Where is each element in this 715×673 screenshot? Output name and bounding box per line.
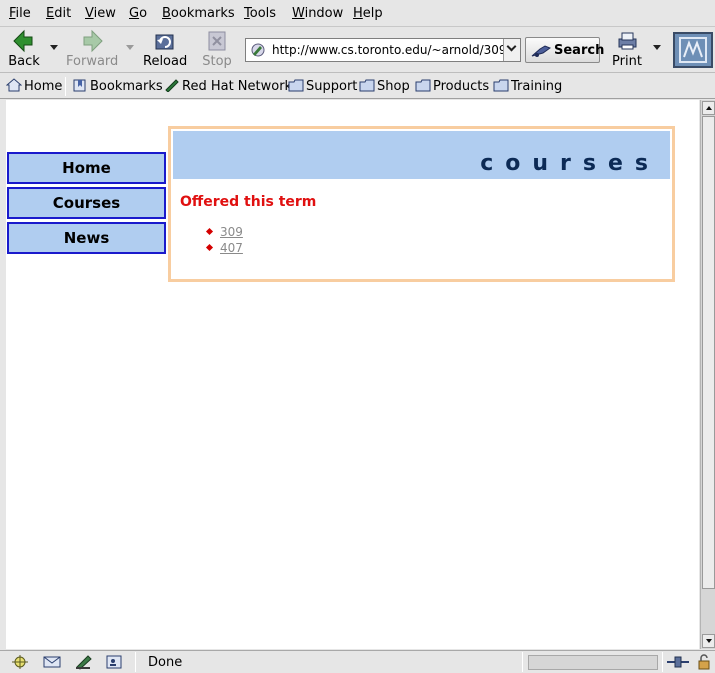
personal-home-link[interactable]: Home: [5, 78, 62, 94]
nav-home-button[interactable]: Home: [7, 152, 166, 184]
chevron-down-icon: [506, 41, 517, 52]
status-separator: [522, 652, 523, 672]
courses-panel: courses Offered this term 309 407: [168, 126, 675, 282]
menu-window[interactable]: Window: [292, 6, 343, 21]
security-lock-icon[interactable]: [696, 654, 712, 673]
arrow-up-icon: [706, 106, 712, 110]
section-title: Offered this term: [180, 194, 317, 210]
navigator-icon[interactable]: [10, 654, 30, 673]
stop-icon: [200, 29, 234, 53]
url-bar[interactable]: http://www.cs.toronto.edu/~arnold/309/0: [245, 38, 521, 62]
status-separator: [662, 652, 663, 672]
menu-go[interactable]: Go: [129, 6, 147, 21]
url-history-dropdown[interactable]: [503, 39, 520, 61]
status-bar: Done: [0, 650, 715, 673]
online-status-icon[interactable]: [666, 654, 690, 673]
site-icon: [250, 42, 266, 62]
personal-bookmarks-menu[interactable]: Bookmarks: [72, 78, 163, 94]
menu-help[interactable]: Help: [353, 6, 383, 21]
url-text[interactable]: http://www.cs.toronto.edu/~arnold/309/0: [272, 43, 504, 57]
navigation-toolbar: Back Forward Reload Stop http://www.cs.t…: [0, 27, 715, 73]
menu-tools[interactable]: Tools: [244, 6, 276, 21]
banner-title: courses: [480, 151, 660, 176]
menu-bar: File Edit View Go Bookmarks Tools Window…: [0, 0, 715, 27]
reload-button[interactable]: Reload: [143, 29, 187, 71]
personal-support-folder[interactable]: Support: [288, 78, 357, 94]
personal-shop-folder[interactable]: Shop: [359, 78, 410, 94]
folder-icon: [359, 79, 375, 92]
personal-red-hat-network-link[interactable]: Red Hat Network: [164, 78, 292, 94]
personal-training-folder[interactable]: Training: [493, 78, 562, 94]
composer-icon[interactable]: [74, 654, 94, 673]
personal-products-folder[interactable]: Products: [415, 78, 489, 94]
home-icon: [5, 78, 23, 92]
forward-button[interactable]: Forward: [66, 29, 118, 71]
menu-bookmarks[interactable]: Bookmarks: [162, 6, 235, 21]
scrollbar-thumb[interactable]: [702, 116, 715, 589]
toolbar-separator: [65, 77, 66, 96]
forward-history-dropdown[interactable]: [126, 45, 134, 50]
menu-edit[interactable]: Edit: [46, 6, 71, 21]
pen-icon: [165, 79, 179, 93]
folder-icon: [415, 79, 431, 92]
scroll-down-button[interactable]: [702, 634, 715, 648]
bookmarks-icon: [73, 79, 86, 92]
search-button[interactable]: Search: [525, 37, 604, 63]
status-text: Done: [148, 655, 183, 670]
browser-logo-throbber[interactable]: [673, 32, 713, 68]
folder-icon: [288, 79, 304, 92]
vertical-scrollbar[interactable]: [700, 100, 715, 649]
arrow-down-icon: [706, 639, 712, 643]
back-history-dropdown[interactable]: [50, 45, 58, 50]
reload-icon: [143, 29, 187, 53]
search-icon: [531, 44, 552, 62]
logo-icon: [679, 37, 707, 63]
print-button[interactable]: Print: [610, 29, 644, 71]
bullet-icon: [205, 227, 214, 236]
progress-bar: [528, 655, 658, 670]
printer-icon: [610, 29, 644, 53]
print-options-dropdown[interactable]: [653, 45, 661, 50]
page-viewport: Home Courses News courses Offered this t…: [6, 100, 699, 649]
menu-file[interactable]: File: [9, 6, 31, 21]
nav-courses-button[interactable]: Courses: [7, 187, 166, 219]
status-separator: [135, 652, 136, 672]
bullet-icon: [205, 243, 214, 252]
personal-toolbar: Home Bookmarks Red Hat Network Support S…: [0, 74, 715, 99]
menu-view[interactable]: View: [85, 6, 116, 21]
scroll-up-button[interactable]: [702, 101, 715, 115]
stop-button[interactable]: Stop: [200, 29, 234, 71]
nav-news-button[interactable]: News: [7, 222, 166, 254]
back-button[interactable]: Back: [4, 29, 44, 71]
course-link-309[interactable]: 309: [220, 225, 243, 239]
mail-icon[interactable]: [42, 654, 62, 673]
folder-icon: [493, 79, 509, 92]
back-arrow-icon: [4, 29, 44, 53]
forward-arrow-icon: [66, 29, 118, 53]
address-book-icon[interactable]: [104, 654, 124, 673]
course-link-407[interactable]: 407: [220, 241, 243, 255]
courses-banner: courses: [173, 131, 670, 179]
